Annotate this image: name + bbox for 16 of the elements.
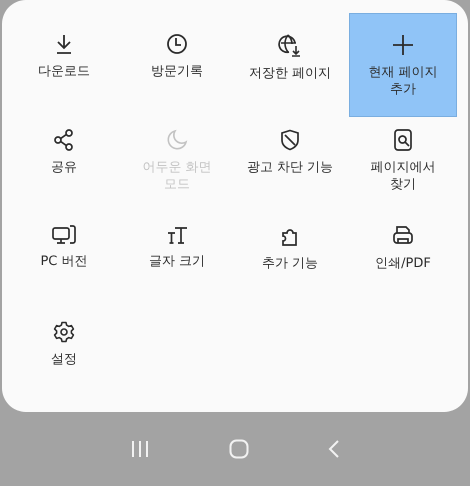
text-size-icon [166,225,188,245]
clock-icon [166,33,188,55]
share-icon [54,129,74,151]
download-icon [54,33,74,55]
back-icon[interactable] [328,439,340,459]
plus-icon [392,34,414,56]
monitor-icon [52,225,76,245]
printer-icon [392,225,414,247]
moon-icon [166,129,188,151]
home-icon[interactable] [228,439,249,459]
menu-item[interactable]: 현재 페이지 추가 [349,13,457,117]
globe-download-icon [278,33,302,57]
page-search-icon [393,129,413,151]
settings-icon [53,321,75,343]
shield-icon [280,129,300,151]
recent-apps-icon[interactable] [130,439,150,459]
